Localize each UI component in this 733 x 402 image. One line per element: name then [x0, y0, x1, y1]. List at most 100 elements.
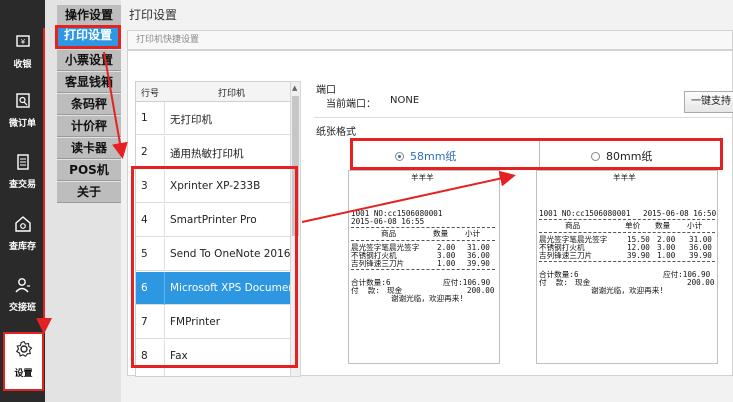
table-row[interactable]: 8 Fax	[136, 340, 294, 376]
tab-about[interactable]: 关于	[57, 182, 121, 203]
receipt-divider	[351, 269, 495, 270]
divider	[314, 117, 733, 118]
paper-58mm-label: 58mm纸	[410, 150, 457, 163]
main-nav-rail: ¥ 收银 微订单 查交易 查库存 交接班 设置	[0, 0, 45, 402]
inventory-icon	[14, 216, 31, 232]
one-click-support-button[interactable]: 一键支持	[684, 91, 733, 113]
current-port-label: 当前端口：	[326, 99, 376, 110]
table-row-selected[interactable]: 6 Microsoft XPS Document	[136, 272, 299, 305]
tab-pricing-scale[interactable]: 计价秤	[57, 116, 121, 137]
paper-options: 58mm纸 80mm纸	[350, 138, 723, 170]
nav-micro-order-label: 微订单	[8, 119, 36, 129]
nav-shift[interactable]: 交接班	[0, 276, 45, 313]
receipt-date: 2015-06-08 16:55	[351, 217, 425, 226]
receipt-item-qty: 1.00	[657, 251, 676, 260]
receipt-item-name: 吉列锋速三刀片	[539, 251, 593, 260]
receipt-store-name: 羊羊羊	[613, 173, 636, 182]
printer-name: SmartPrinter Pro	[170, 214, 257, 226]
printer-name: FMPrinter	[170, 316, 221, 328]
divider	[539, 141, 540, 167]
table-row[interactable]: 7 FMPrinter	[136, 306, 294, 339]
printer-name: Xprinter XP-233B	[170, 180, 261, 192]
settings-tabs: 操作设置 打印设置 小票设置 客显钱箱 条码秤 计价秤 读卡器 POS机 关于	[45, 0, 121, 402]
radio-checked-icon	[395, 152, 404, 161]
tab-print[interactable]: 打印设置	[55, 25, 121, 49]
nav-cashier[interactable]: ¥ 收银	[0, 33, 45, 70]
cashier-icon: ¥	[15, 35, 30, 47]
receipt-order-number: 1001 NO:cc1506080001	[539, 209, 631, 218]
paper-80mm-option[interactable]: 80mm纸	[591, 148, 652, 164]
table-row[interactable]: 2 通用热敏打印机	[136, 136, 294, 169]
table-row[interactable]: 4 SmartPrinter Pro	[136, 204, 294, 237]
receipt-item-name: 吉列锋速三刀片	[351, 259, 405, 268]
shift-icon	[14, 278, 30, 293]
receipt-col-goods: 商品	[381, 229, 397, 238]
printer-name: Send To OneNote 2016	[170, 248, 291, 260]
receipt-paid-method: 现金	[575, 278, 591, 287]
transaction-icon	[16, 154, 29, 170]
receipt-preview-80mm: 羊羊羊 1001 NO:cc1506080001 2015-06-08 16:5…	[536, 170, 718, 364]
settings-body: 行号 打印机 1 无打印机 2 通用热敏打印机 3 Xprinter XP-233B …	[127, 50, 733, 377]
scroll-up-icon[interactable]: ▲	[292, 84, 297, 92]
receipt-divider	[539, 261, 715, 262]
table-row[interactable]: 5 Send To OneNote 2016	[136, 238, 294, 271]
port-label: 端口	[316, 85, 336, 96]
order-icon	[15, 93, 30, 108]
receipt-preview-58mm: 羊羊羊 1001 NO:cc1506080001 2015-06-08 16:5…	[348, 170, 500, 364]
radio-unchecked-icon	[591, 152, 600, 161]
nav-transactions[interactable]: 查交易	[0, 153, 45, 190]
paper-58mm-option[interactable]: 58mm纸	[395, 148, 456, 164]
nav-micro-order[interactable]: 微订单	[0, 92, 45, 129]
nav-shift-label: 交接班	[8, 303, 36, 313]
tab-operation[interactable]: 操作设置	[57, 5, 121, 26]
receipt-thanks: 谢谢光临，欢迎再来!	[391, 294, 464, 303]
tab-receipt[interactable]: 小票设置	[57, 50, 121, 71]
printer-name: 无打印机	[170, 114, 212, 126]
paper-format-label: 纸张格式	[316, 127, 356, 138]
receipt-paid-amount: 200.00	[467, 286, 495, 295]
section-header: 打印机快捷设置	[127, 30, 733, 50]
table-row[interactable]: 3 Xprinter XP-233B	[136, 170, 294, 203]
row-number: 8	[141, 350, 148, 362]
table-scrollbar[interactable]: ▲	[290, 81, 301, 377]
receipt-col-price: 单价	[625, 221, 641, 230]
receipt-col-qty: 数量	[655, 221, 671, 230]
page-title: 打印设置	[129, 8, 178, 22]
printer-name: Fax	[170, 350, 188, 362]
paper-80mm-label: 80mm纸	[606, 150, 653, 163]
col-row-number: 行号	[141, 89, 160, 99]
row-number: 1	[141, 112, 148, 124]
tab-display-cashbox[interactable]: 客显钱箱	[57, 72, 121, 93]
current-port-value: NONE	[390, 95, 420, 106]
row-number: 6	[141, 282, 148, 294]
receipt-date: 2015-06-08 16:50	[643, 209, 717, 218]
print-settings-panel: 打印设置 打印机快捷设置 行号 打印机 1 无打印机 2 通用热敏打印机 3 Xpri…	[121, 0, 733, 402]
receipt-item-subtotal: 39.90	[689, 251, 712, 260]
svg-text:¥: ¥	[20, 38, 25, 46]
scroll-thumb[interactable]	[292, 96, 299, 236]
receipt-divider	[351, 240, 495, 241]
row-number: 4	[141, 214, 148, 226]
col-printer: 打印机	[218, 89, 246, 99]
printer-table: 行号 打印机 1 无打印机 2 通用热敏打印机 3 Xprinter XP-233B …	[135, 81, 299, 377]
tab-barcode-scale[interactable]: 条码秤	[57, 94, 121, 115]
receipt-thanks: 谢谢光临，欢迎再来!	[591, 286, 664, 295]
receipt-store-name: 羊羊羊	[411, 173, 434, 182]
receipt-paid-label: 付 款:	[539, 278, 568, 287]
printer-name: 通用热敏打印机	[170, 148, 244, 160]
table-row[interactable]: 1 无打印机	[136, 102, 294, 135]
receipt-col-goods: 商品	[565, 221, 581, 230]
row-number: 3	[141, 180, 148, 192]
app-window: ¥ 收银 微订单 查交易 查库存 交接班 设置 操作设置 打印设置 小票设置 客…	[0, 0, 733, 402]
row-number: 2	[141, 146, 148, 158]
receipt-divider	[351, 227, 495, 228]
receipt-col-subtotal: 小计	[687, 221, 703, 230]
nav-settings[interactable]: 设置	[3, 332, 44, 391]
tab-pos[interactable]: POS机	[57, 160, 121, 181]
tab-card-reader[interactable]: 读卡器	[57, 138, 121, 159]
receipt-item-price: 39.90	[627, 251, 650, 260]
gear-icon	[15, 340, 32, 358]
nav-transactions-label: 查交易	[8, 180, 36, 190]
table-header: 行号 打印机	[136, 82, 294, 102]
nav-inventory[interactable]: 查库存	[0, 215, 45, 252]
